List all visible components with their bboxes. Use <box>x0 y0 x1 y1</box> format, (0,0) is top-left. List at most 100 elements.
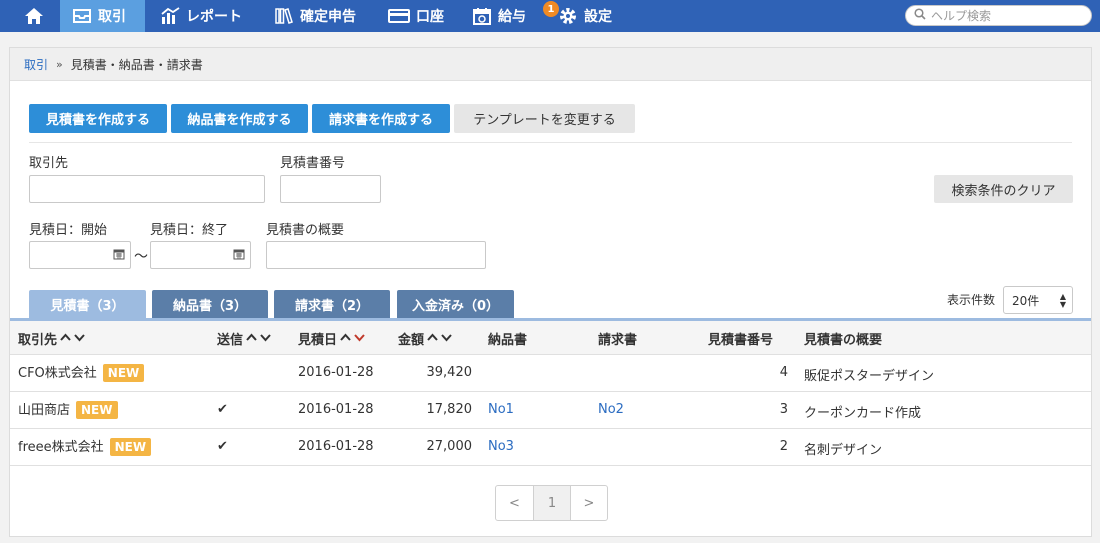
summary-cell: クーポンカード作成 <box>804 406 922 421</box>
divider <box>29 142 1072 143</box>
date-cell: 2016-01-28 <box>298 402 374 417</box>
create-delivery-button[interactable]: 納品書を作成する <box>171 104 308 133</box>
notification-badge: 1 <box>543 1 559 17</box>
sort-icon[interactable] <box>340 331 366 346</box>
calendar-icon <box>472 7 492 25</box>
estimate-number-field[interactable] <box>280 175 381 203</box>
current-page[interactable]: 1 <box>533 486 570 520</box>
estimate-number-input[interactable] <box>281 176 380 202</box>
nav-report[interactable]: レポート <box>148 0 254 32</box>
sent-check-icon: ✔ <box>217 402 228 417</box>
nav-label: 確定申告 <box>300 9 356 25</box>
inbox-icon <box>72 8 92 24</box>
breadcrumb-torihiki-link[interactable]: 取引 <box>24 56 48 73</box>
date-cell: 2016-01-28 <box>298 439 374 454</box>
pagination: < 1 > <box>495 485 608 521</box>
amount-cell: 27,000 <box>426 439 473 454</box>
date-end-label: 見積日：終了 <box>150 223 229 238</box>
partner-input[interactable] <box>30 176 264 202</box>
summary-cell: 販促ポスターデザイン <box>804 369 935 384</box>
chart-icon <box>160 7 180 25</box>
summary-input[interactable] <box>267 242 485 268</box>
delivery-link[interactable]: No3 <box>488 439 514 454</box>
table-header <box>10 321 1091 355</box>
col-number: 見積書番号 <box>708 333 774 348</box>
per-page-value: 20件 <box>1012 293 1040 308</box>
clear-filters-button[interactable]: 検索条件のクリア <box>934 175 1073 203</box>
per-page-label: 表示件数 <box>947 293 996 307</box>
date-start-field[interactable] <box>29 241 131 269</box>
invoice-link[interactable]: No2 <box>598 402 624 417</box>
nav-label: 給与 <box>498 9 526 25</box>
sort-icon[interactable] <box>246 331 272 346</box>
summary-label: 見積書の概要 <box>266 223 345 238</box>
col-delivery: 納品書 <box>488 333 528 348</box>
nav-label: 取引 <box>98 9 126 25</box>
col-invoice: 請求書 <box>598 333 638 348</box>
create-estimate-button[interactable]: 見積書を作成する <box>29 104 167 133</box>
nav-label: レポート <box>186 9 242 25</box>
range-tilde: 〜 <box>134 249 148 265</box>
calendar-icon[interactable] <box>113 248 125 264</box>
help-search-input[interactable] <box>931 8 1081 23</box>
top-nav: 取引 レポート 確定申告 口座 給与 設定 1 <box>0 0 1100 32</box>
date-start-label: 見積日：開始 <box>29 223 108 238</box>
main-panel: 取引 » 見積書・納品書・請求書 見積書を作成する 納品書を作成する 請求書を作… <box>9 47 1092 537</box>
nav-label: 設定 <box>584 9 612 25</box>
tab-delivery[interactable]: 納品書（3） <box>152 290 268 318</box>
date-end-field[interactable] <box>150 241 251 269</box>
prev-page-button[interactable]: < <box>496 486 533 520</box>
amount-cell: 17,820 <box>426 402 473 417</box>
search-icon <box>914 7 926 24</box>
next-page-button[interactable]: > <box>570 486 607 520</box>
tab-invoices[interactable]: 請求書（2） <box>274 290 390 318</box>
breadcrumb: 取引 » 見積書・納品書・請求書 <box>10 48 1091 81</box>
new-badge: NEW <box>76 401 118 419</box>
col-sent[interactable]: 送信 <box>217 329 272 348</box>
partner-cell: CFO株式会社 NEW <box>18 362 145 382</box>
breadcrumb-current: 見積書・納品書・請求書 <box>70 57 203 72</box>
new-badge: NEW <box>109 438 152 456</box>
nav-home[interactable] <box>12 0 56 32</box>
nav-torihiki[interactable]: 取引 <box>60 0 145 32</box>
number-cell: 3 <box>779 402 788 417</box>
summary-field[interactable] <box>266 241 486 269</box>
nav-kyuyo[interactable]: 給与 <box>460 0 538 32</box>
estimate-number-label: 見積書番号 <box>280 156 346 171</box>
row-divider <box>10 428 1091 429</box>
change-template-button[interactable]: テンプレートを変更する <box>454 104 635 133</box>
per-page-select[interactable]: 20件 ▲ ▼ <box>1003 286 1073 314</box>
sort-icon[interactable] <box>60 331 86 346</box>
partner-field[interactable] <box>29 175 265 203</box>
nav-label: 口座 <box>416 9 444 25</box>
home-icon <box>24 7 44 25</box>
summary-cell: 名刺デザイン <box>804 443 883 458</box>
number-cell: 2 <box>779 439 788 454</box>
col-partner[interactable]: 取引先 <box>18 329 86 348</box>
tab-paid[interactable]: 入金済み（0） <box>397 290 514 318</box>
partner-label: 取引先 <box>29 156 69 171</box>
date-cell: 2016-01-28 <box>298 365 374 380</box>
delivery-link[interactable]: No1 <box>488 402 514 417</box>
select-arrows-icon: ▲ ▼ <box>1059 292 1066 309</box>
sort-icon[interactable] <box>427 331 453 346</box>
col-date[interactable]: 見積日 <box>298 329 366 348</box>
tab-estimates[interactable]: 見積書（3） <box>29 290 146 318</box>
col-summary: 見積書の概要 <box>804 333 883 348</box>
amount-cell: 39,420 <box>426 365 473 380</box>
help-search[interactable] <box>905 5 1092 26</box>
create-invoice-button[interactable]: 請求書を作成する <box>312 104 450 133</box>
sent-check-icon: ✔ <box>217 439 228 454</box>
calendar-icon[interactable] <box>233 248 245 264</box>
col-amount[interactable]: 金額 <box>398 329 453 348</box>
number-cell: 4 <box>779 365 788 380</box>
breadcrumb-separator: » <box>56 57 63 71</box>
nav-koza[interactable]: 口座 <box>376 0 456 32</box>
row-divider <box>10 391 1091 392</box>
gear-icon <box>558 6 578 26</box>
books-icon <box>274 7 294 25</box>
partner-cell: 山田商店 NEW <box>18 399 118 419</box>
partner-cell: freee株式会社 NEW <box>18 436 152 456</box>
nav-kakutei[interactable]: 確定申告 <box>262 0 368 32</box>
card-icon <box>388 8 410 24</box>
